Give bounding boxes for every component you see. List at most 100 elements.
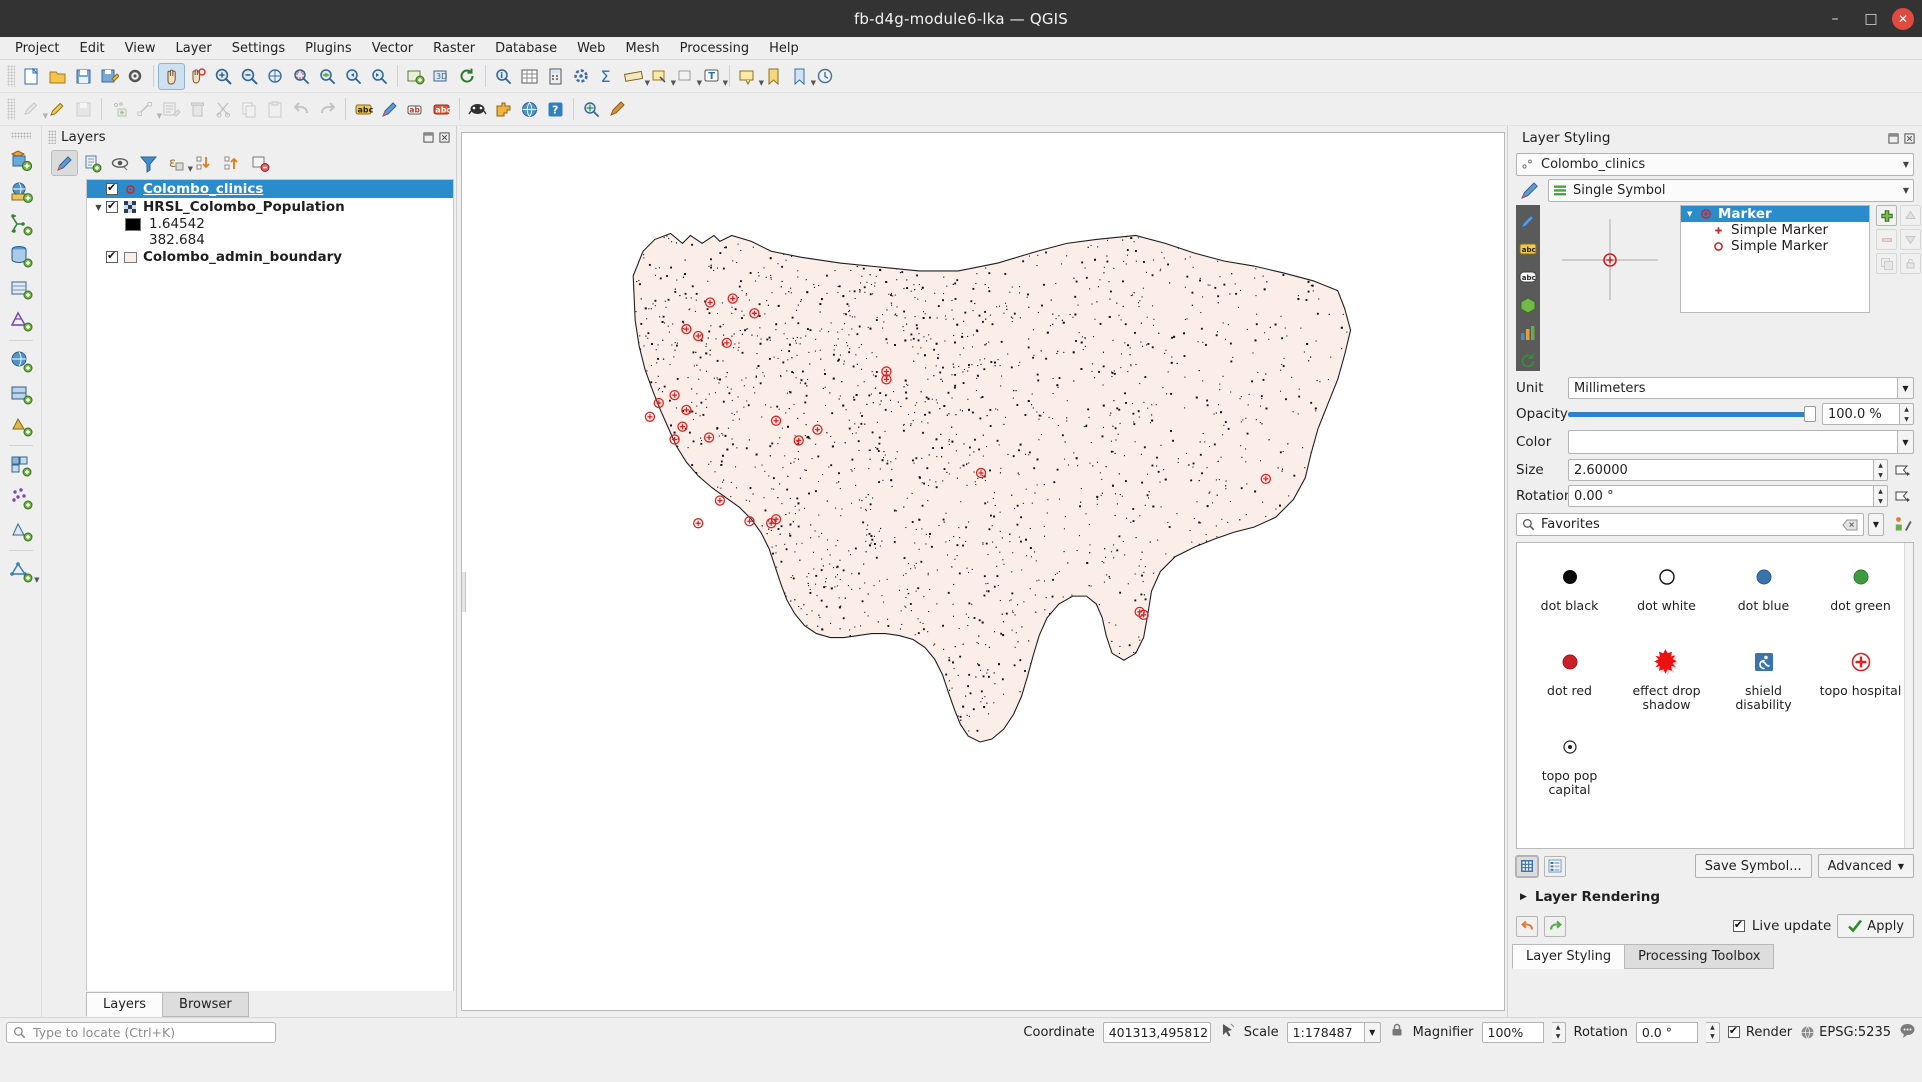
move-symbol-layer-down-button[interactable] <box>1900 229 1921 250</box>
style-manager-icon[interactable] <box>1892 514 1914 536</box>
magnifier-stepper[interactable]: ▲ ▼ <box>1551 1021 1566 1043</box>
add-mesh-layer-icon[interactable] <box>6 305 36 335</box>
add-wcs-layer-icon[interactable] <box>6 378 36 408</box>
close-button[interactable]: ✕ <box>1892 7 1914 30</box>
menu-raster[interactable]: Raster <box>424 39 484 58</box>
symbol-gallery[interactable]: dot black dot white dot blue dot green d… <box>1516 542 1914 849</box>
add-group-icon[interactable] <box>80 151 105 175</box>
locator-search-input[interactable]: Type to locate (Ctrl+K) <box>6 1021 276 1043</box>
menu-web[interactable]: Web <box>568 39 614 58</box>
tab-layer-styling[interactable]: Layer Styling <box>1512 944 1626 969</box>
vtab-3d-view-icon[interactable] <box>1518 295 1538 315</box>
menu-layer[interactable]: Layer <box>167 39 221 58</box>
tab-layers[interactable]: Layers <box>86 992 164 1017</box>
zoom-to-layer-icon[interactable] <box>315 64 340 89</box>
remove-symbol-layer-button[interactable] <box>1876 229 1897 250</box>
expand-all-icon[interactable] <box>192 151 217 175</box>
rotation-stepper[interactable]: ▲ ▼ <box>1874 485 1888 507</box>
render-checkbox-group[interactable]: Render <box>1727 1024 1792 1040</box>
chevron-right-icon-layer-rendering[interactable]: ▶ <box>1520 892 1527 902</box>
add-spatialite-layer-icon[interactable] <box>6 273 36 303</box>
layer-visibility-checkbox-colombo-clinics[interactable] <box>106 181 118 195</box>
zoom-last-icon[interactable] <box>341 64 366 89</box>
gallery-item-topo-pop-capital[interactable]: topo pop capital <box>1521 727 1618 812</box>
current-edits-icon[interactable]: ▼ <box>19 97 48 122</box>
chevron-down-icon-color[interactable]: ▼ <box>1898 430 1914 454</box>
opacity-stepper[interactable]: ▲ ▼ <box>1900 403 1914 425</box>
size-data-defined-override-icon[interactable] <box>1892 459 1914 481</box>
redo-style-button[interactable] <box>1544 915 1566 937</box>
identify-features-icon[interactable]: i <box>491 64 516 89</box>
filter-legend-icon[interactable] <box>136 151 161 175</box>
save-project-icon[interactable] <box>71 64 96 89</box>
layer-tree[interactable]: ▾ Colombo_clinics ▼ HRSL_Colombo_Populat… <box>86 179 454 991</box>
deselect-features-icon[interactable]: ▼ <box>673 64 702 89</box>
size-value[interactable]: 2.60000 <box>1568 459 1874 481</box>
add-symbol-layer-button[interactable] <box>1876 205 1897 226</box>
size-stepper[interactable]: ▲ ▼ <box>1874 459 1888 481</box>
gallery-item-topo-hospital[interactable]: topo hospital <box>1812 642 1909 727</box>
save-layer-edits-icon[interactable] <box>71 97 96 122</box>
gallery-item-dot-green[interactable]: dot green <box>1812 557 1909 642</box>
zoom-out-icon[interactable] <box>237 64 262 89</box>
redo-icon[interactable] <box>315 97 340 122</box>
menu-project[interactable]: Project <box>6 39 68 58</box>
scale-value[interactable]: 1:178487 <box>1286 1021 1365 1043</box>
label-toolbar-icon[interactable]: abc <box>351 97 376 122</box>
opacity-step-up[interactable]: ▲ <box>1900 404 1913 414</box>
menu-vector[interactable]: Vector <box>363 39 422 58</box>
chevron-down-icon-layer-combo[interactable]: ▼ <box>1897 160 1909 169</box>
add-postgis-layer-icon[interactable] <box>6 241 36 271</box>
vtab-masks-icon[interactable]: abc <box>1518 267 1538 287</box>
vtab-symbology-icon[interactable] <box>1518 211 1538 231</box>
rotation-data-defined-override-icon[interactable] <box>1892 485 1914 507</box>
opacity-value[interactable]: 100.0 % <box>1822 403 1900 425</box>
icon-view-toggle[interactable] <box>1515 854 1539 878</box>
map-tips-icon[interactable]: ▼ <box>735 64 764 89</box>
apply-button[interactable]: Apply <box>1837 914 1914 938</box>
map-canvas[interactable] <box>461 132 1505 1011</box>
gallery-item-dot-red[interactable]: dot red <box>1521 642 1618 727</box>
temporal-controller-icon[interactable] <box>813 64 838 89</box>
paste-features-icon[interactable] <box>263 97 288 122</box>
symbol-row-marker[interactable]: ▼ Marker <box>1681 206 1869 222</box>
zoom-full-icon[interactable] <box>263 64 288 89</box>
project-properties-icon[interactable] <box>123 64 148 89</box>
gallery-scrollbar[interactable] <box>1904 543 1913 848</box>
chevron-down-icon-scale[interactable]: ▼ <box>1364 1021 1381 1043</box>
zoom-next-icon[interactable] <box>367 64 392 89</box>
add-delimited-text-layer-icon[interactable] <box>6 209 36 239</box>
add-wms-layer-icon[interactable] <box>6 346 36 376</box>
menu-mesh[interactable]: Mesh <box>616 39 668 58</box>
layer-selector-combo[interactable]: Colombo_clinics ▼ <box>1516 153 1914 176</box>
close-panel-icon[interactable] <box>439 131 450 143</box>
tab-browser[interactable]: Browser <box>162 992 249 1017</box>
layer-row-admin-boundary[interactable]: ▾ Colombo_admin_boundary <box>87 248 453 266</box>
rotation-step-down[interactable]: ▼ <box>1874 496 1887 506</box>
gallery-item-shield-disability[interactable]: shield disability <box>1715 642 1812 727</box>
gallery-item-dot-black[interactable]: dot black <box>1521 557 1618 642</box>
lock-symbol-layer-button[interactable] <box>1900 253 1921 274</box>
open-layer-styling-panel-icon[interactable] <box>51 150 78 176</box>
select-features-icon[interactable]: ▼ <box>647 64 676 89</box>
new-3d-map-view-icon[interactable]: 3D <box>429 64 454 89</box>
open-project-icon[interactable] <box>45 64 70 89</box>
statistical-summary-icon[interactable]: Σ <box>595 64 620 89</box>
size-step-down[interactable]: ▼ <box>1874 470 1887 480</box>
rotation-stepper-status[interactable]: ▲ ▼ <box>1705 1021 1720 1043</box>
opacity-step-down[interactable]: ▼ <box>1900 414 1913 424</box>
layer-styling-icon[interactable] <box>377 97 402 122</box>
undo-style-button[interactable] <box>1516 915 1538 937</box>
text-annotation-icon[interactable]: T ▼ <box>699 64 728 89</box>
tab-processing-toolbox[interactable]: Processing Toolbox <box>1624 944 1775 969</box>
rail-grip[interactable] <box>10 132 31 139</box>
rotation-value[interactable]: 0.00 ° <box>1568 485 1874 507</box>
layers-panel-grip[interactable] <box>48 130 56 144</box>
menu-edit[interactable]: Edit <box>70 39 113 58</box>
gallery-item-effect-drop-shadow[interactable]: effect drop shadow <box>1618 642 1715 727</box>
maximize-button[interactable]: □ <box>1856 6 1886 32</box>
gallery-item-dot-blue[interactable]: dot blue <box>1715 557 1812 642</box>
rotation-status-step-up[interactable]: ▲ <box>1706 1023 1719 1033</box>
chevron-down-icon-search[interactable]: ▼ <box>1868 513 1884 536</box>
render-checkbox[interactable] <box>1727 1024 1740 1038</box>
